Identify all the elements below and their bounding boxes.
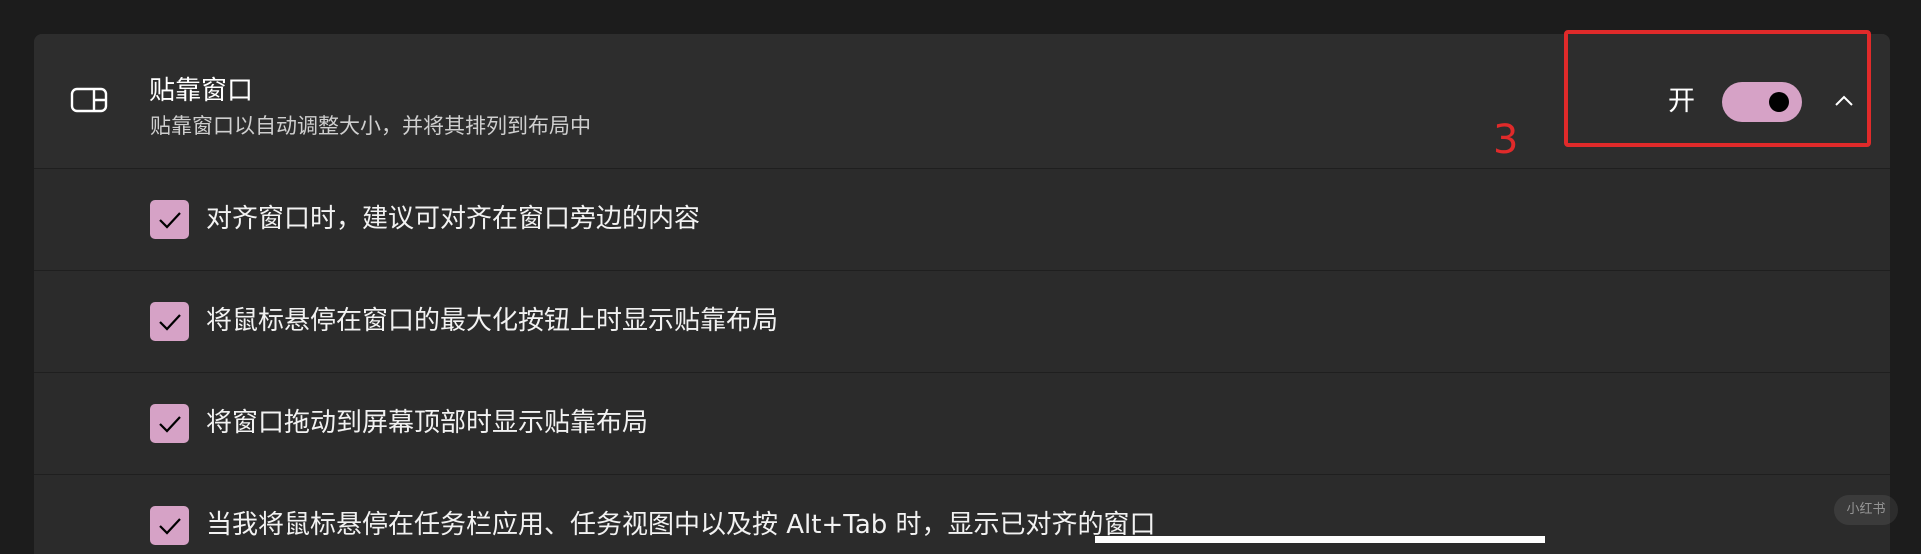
snap-windows-subtitle: 贴靠窗口以自动调整大小，并将其排列到布局中 — [150, 114, 591, 138]
chevron-up-icon[interactable] — [1830, 87, 1858, 115]
toggle-knob — [1769, 92, 1789, 112]
checkmark-icon — [159, 518, 181, 535]
option-row: 将窗口拖动到屏幕顶部时显示贴靠布局 — [34, 373, 1890, 475]
option-row: 当我将鼠标悬停在任务栏应用、任务视图中以及按 Alt+Tab 时，显示已对齐的窗… — [34, 475, 1890, 554]
option-checkbox[interactable] — [150, 506, 189, 545]
overlay-strip — [1095, 536, 1545, 543]
checkmark-icon — [159, 416, 181, 433]
option-row: 将鼠标悬停在窗口的最大化按钮上时显示贴靠布局 — [34, 271, 1890, 373]
checkmark-icon — [159, 314, 181, 331]
watermark: 小红书 — [1834, 495, 1898, 525]
option-label: 将窗口拖动到屏幕顶部时显示贴靠布局 — [206, 408, 649, 438]
option-checkbox[interactable] — [150, 302, 189, 341]
checkmark-icon — [159, 212, 181, 229]
snap-windows-title: 贴靠窗口 — [149, 76, 254, 106]
snap-window-icon — [70, 87, 108, 113]
snap-windows-toggle[interactable] — [1722, 82, 1802, 122]
option-label: 将鼠标悬停在窗口的最大化按钮上时显示贴靠布局 — [206, 306, 779, 336]
snap-windows-header[interactable]: 贴靠窗口 贴靠窗口以自动调整大小，并将其排列到布局中 开 — [34, 34, 1890, 169]
option-row: 对齐窗口时，建议可对齐在窗口旁边的内容 — [34, 169, 1890, 271]
option-checkbox[interactable] — [150, 200, 189, 239]
option-checkbox[interactable] — [150, 404, 189, 443]
annotation-step-number: 3 — [1493, 117, 1519, 163]
option-label: 对齐窗口时，建议可对齐在窗口旁边的内容 — [206, 204, 701, 234]
toggle-state-label: 开 — [1668, 86, 1695, 117]
snap-windows-settings-card: 贴靠窗口 贴靠窗口以自动调整大小，并将其排列到布局中 开 对齐窗口时，建议可对齐… — [34, 34, 1890, 554]
option-label: 当我将鼠标悬停在任务栏应用、任务视图中以及按 Alt+Tab 时，显示已对齐的窗… — [206, 510, 1156, 540]
